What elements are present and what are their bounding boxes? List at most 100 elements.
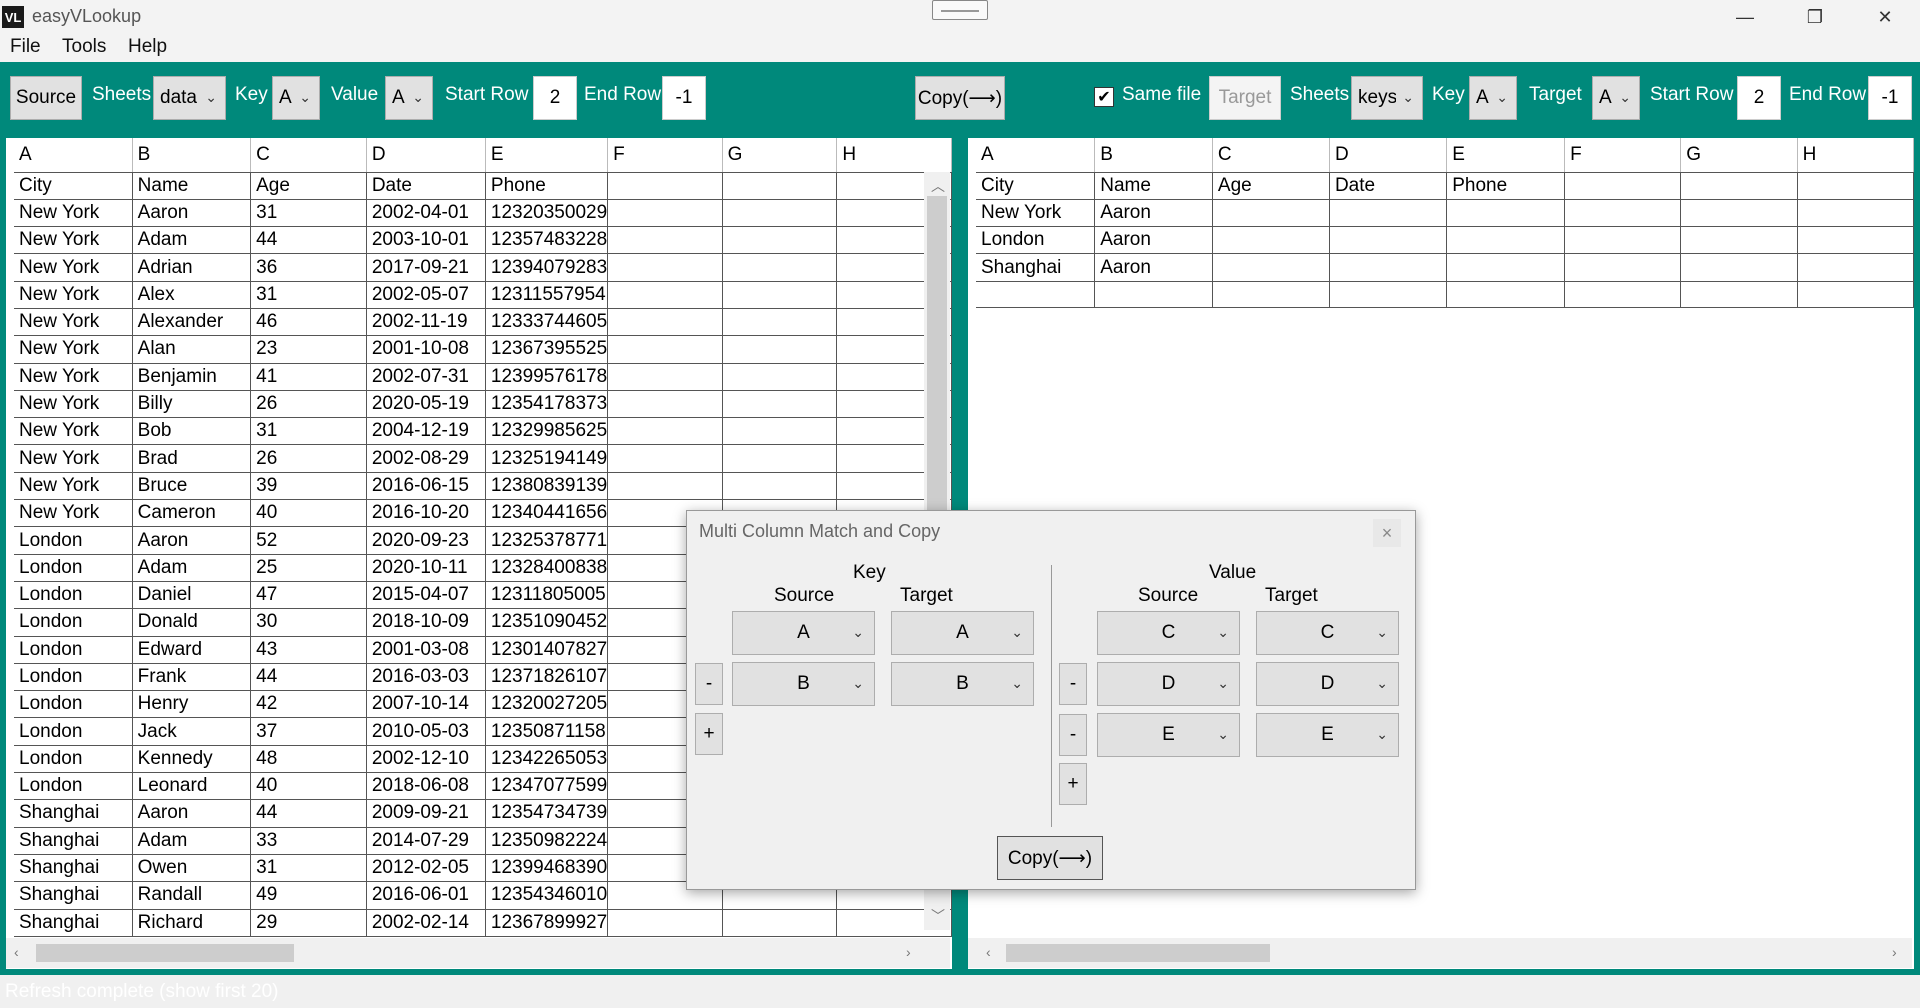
source-cell[interactable]: Jack	[132, 717, 252, 746]
source-cell[interactable]: 12342265053	[485, 745, 609, 774]
source-cell[interactable]: 12367899927	[485, 909, 609, 937]
source-cell[interactable]: New York	[14, 253, 133, 282]
menu-tools[interactable]: Tools	[62, 36, 106, 58]
target-cell[interactable]	[1094, 281, 1213, 308]
source-cell[interactable]: London	[14, 690, 133, 719]
source-cell[interactable]: Owen	[132, 854, 252, 883]
source-cell[interactable]: 31	[250, 199, 367, 228]
source-cell[interactable]: Shanghai	[14, 827, 133, 855]
source-column-header[interactable]: E	[485, 138, 609, 173]
source-cell[interactable]: 33	[250, 827, 367, 855]
source-cell[interactable]: New York	[14, 444, 133, 473]
source-cell[interactable]: 47	[250, 581, 367, 610]
source-cell[interactable]: 2003-10-01	[366, 226, 486, 255]
source-cell[interactable]: Shanghai	[14, 881, 133, 910]
remove-value-button-1[interactable]: -	[1059, 663, 1087, 705]
source-cell[interactable]: 12333744605	[485, 308, 609, 337]
source-cell[interactable]: 25	[250, 554, 367, 582]
target-cell[interactable]	[1212, 199, 1330, 228]
target-column-header[interactable]: A	[976, 138, 1096, 173]
menu-file[interactable]: File	[10, 36, 41, 58]
source-cell[interactable]: 23	[250, 335, 367, 364]
target-cell[interactable]	[1446, 199, 1566, 228]
target-cell[interactable]	[1446, 226, 1566, 255]
source-cell[interactable]: 12394079283	[485, 253, 609, 282]
target-start-row-input[interactable]: 2	[1737, 76, 1781, 120]
source-cell[interactable]	[607, 363, 723, 391]
source-cell[interactable]: 12354734739	[485, 799, 609, 828]
target-cell[interactable]: Age	[1212, 172, 1330, 200]
source-cell[interactable]: 37	[250, 717, 367, 746]
source-cell[interactable]	[607, 199, 723, 228]
source-cell[interactable]: Kennedy	[132, 745, 252, 774]
source-cell[interactable]: New York	[14, 390, 133, 419]
target-cell[interactable]	[1797, 226, 1914, 255]
target-cell[interactable]: Shanghai	[976, 253, 1096, 282]
dialog-copy-button[interactable]: Copy(⟶)	[997, 836, 1103, 880]
source-cell[interactable]: 12350871158	[485, 717, 609, 746]
target-column-header[interactable]: C	[1212, 138, 1330, 173]
source-cell[interactable]: 2001-10-08	[366, 335, 486, 364]
source-cell[interactable]: Richard	[132, 909, 252, 937]
source-cell[interactable]: 52	[250, 526, 367, 555]
source-cell[interactable]	[722, 472, 838, 501]
source-cell[interactable]	[607, 909, 723, 937]
source-column-header[interactable]: G	[722, 138, 838, 173]
source-cell[interactable]: 12347077599	[485, 772, 609, 801]
value-source-select-3[interactable]: E ⌄	[1097, 713, 1240, 757]
source-cell[interactable]: Alex	[132, 281, 252, 309]
source-cell[interactable]: 12351090452	[485, 608, 609, 637]
source-cell[interactable]: Billy	[132, 390, 252, 419]
source-cell[interactable]: 2002-11-19	[366, 308, 486, 337]
target-column-header[interactable]: E	[1446, 138, 1566, 173]
target-cell[interactable]	[1680, 226, 1798, 255]
source-cell[interactable]: Donald	[132, 608, 252, 637]
source-cell[interactable]: Shanghai	[14, 799, 133, 828]
target-key-select[interactable]: A ⌄	[1469, 76, 1517, 120]
value-source-select-2[interactable]: D ⌄	[1097, 662, 1240, 706]
source-cell[interactable]: London	[14, 636, 133, 664]
source-cell[interactable]: New York	[14, 308, 133, 337]
source-cell[interactable]: New York	[14, 226, 133, 255]
source-cell[interactable]: 12380839139	[485, 472, 609, 501]
source-cell[interactable]: 12301407827	[485, 636, 609, 664]
target-cell[interactable]	[1212, 253, 1330, 282]
source-cell[interactable]: 12325378771	[485, 526, 609, 555]
target-cell[interactable]	[1797, 199, 1914, 228]
source-cell[interactable]: Leonard	[132, 772, 252, 801]
source-cell[interactable]: 12354346010	[485, 881, 609, 910]
source-cell[interactable]: Randall	[132, 881, 252, 910]
source-column-header[interactable]: F	[607, 138, 723, 173]
target-cell[interactable]	[1564, 281, 1682, 308]
source-key-select[interactable]: A ⌄	[272, 76, 320, 120]
source-cell[interactable]: 2002-12-10	[366, 745, 486, 774]
remove-key-button[interactable]: -	[695, 663, 723, 705]
target-cell[interactable]	[1564, 199, 1682, 228]
source-cell[interactable]: 12311557954	[485, 281, 609, 309]
source-cell[interactable]: 12311805005	[485, 581, 609, 610]
source-cell[interactable]	[607, 472, 723, 501]
source-cell[interactable]: Name	[132, 172, 252, 200]
source-cell[interactable]	[722, 172, 838, 200]
source-cell[interactable]: 2001-03-08	[366, 636, 486, 664]
source-button[interactable]: Source	[10, 76, 82, 120]
source-cell[interactable]	[722, 390, 838, 419]
add-key-button[interactable]: +	[695, 713, 723, 755]
source-column-header[interactable]: B	[132, 138, 252, 173]
key-source-select-2[interactable]: B ⌄	[732, 662, 875, 706]
target-cell[interactable]	[1797, 172, 1914, 200]
source-cell[interactable]: 12320350029	[485, 199, 609, 228]
add-value-button[interactable]: +	[1059, 763, 1087, 805]
source-cell[interactable]: Shanghai	[14, 854, 133, 883]
source-cell[interactable]: 2002-04-01	[366, 199, 486, 228]
source-cell[interactable]: 44	[250, 799, 367, 828]
target-cell[interactable]	[1797, 253, 1914, 282]
target-cell[interactable]: Name	[1094, 172, 1213, 200]
source-cell[interactable]: 2002-08-29	[366, 444, 486, 473]
source-cell[interactable]: London	[14, 717, 133, 746]
source-cell[interactable]: 44	[250, 226, 367, 255]
target-column-header[interactable]: F	[1564, 138, 1682, 173]
source-cell[interactable]	[607, 172, 723, 200]
source-cell[interactable]: Age	[250, 172, 367, 200]
source-cell[interactable]: 12320027205	[485, 690, 609, 719]
